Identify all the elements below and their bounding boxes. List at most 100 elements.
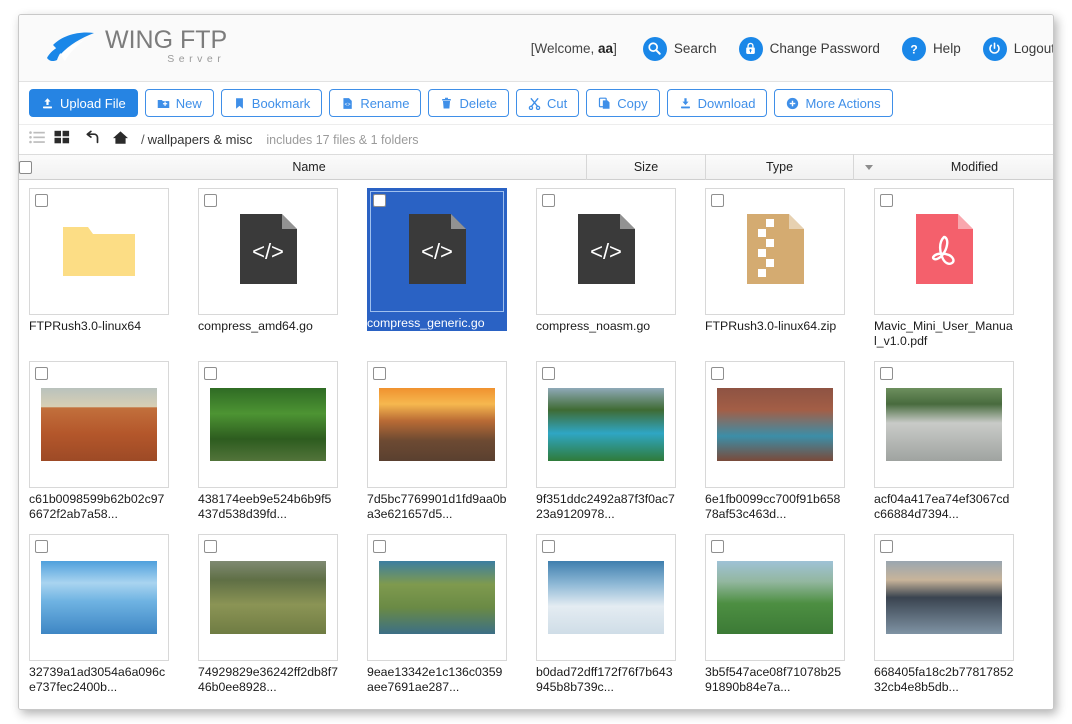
new-button[interactable]: New xyxy=(144,89,214,117)
file-tile[interactable] xyxy=(198,361,338,488)
file-item[interactable]: acf04a417ea74ef3067cdc66884d7394... xyxy=(874,361,1043,522)
file-checkbox[interactable] xyxy=(373,194,386,207)
sort-direction-indicator[interactable] xyxy=(854,154,884,180)
file-item[interactable]: FTPRush3.0-linux64.zip xyxy=(705,188,874,349)
file-checkbox[interactable] xyxy=(711,194,724,207)
file-item[interactable]: 74929829e36242ff2db8f746b0ee8928... xyxy=(198,534,367,695)
file-tile[interactable] xyxy=(705,188,845,315)
file-name-label[interactable]: 9eae13342e1c136c0359aee7691ae287... xyxy=(367,665,507,695)
file-item[interactable]: b0dad72dff172f76f7b643945b8b739c... xyxy=(536,534,705,695)
file-tile[interactable]: </> xyxy=(367,188,507,315)
file-name-label[interactable]: 74929829e36242ff2db8f746b0ee8928... xyxy=(198,665,338,695)
breadcrumb-current-folder[interactable]: wallpapers & misc xyxy=(148,132,253,147)
svg-text:</>: </> xyxy=(590,239,622,264)
go-up-icon[interactable] xyxy=(84,129,102,150)
file-item[interactable]: c61b0098599b62b02c976672f2ab7a58... xyxy=(29,361,198,522)
file-tile[interactable]: </> xyxy=(198,188,338,315)
file-item[interactable]: 6e1fb0099cc700f91b65878af53c463d... xyxy=(705,361,874,522)
file-name-label[interactable]: FTPRush3.0-linux64.zip xyxy=(705,319,845,334)
file-checkbox[interactable] xyxy=(880,194,893,207)
change-password-link[interactable]: Change Password xyxy=(738,36,880,61)
file-name-label[interactable]: 9f351ddc2492a87f3f0ac723a9120978... xyxy=(536,492,676,522)
file-item[interactable]: 7d5bc7769901d1fd9aa0ba3e621657d5... xyxy=(367,361,536,522)
file-name-label[interactable]: compress_noasm.go xyxy=(536,319,676,334)
upload-file-button[interactable]: Upload File xyxy=(29,89,138,117)
file-name-label[interactable]: 7d5bc7769901d1fd9aa0ba3e621657d5... xyxy=(367,492,507,522)
list-view-icon[interactable] xyxy=(29,130,45,149)
brand-logo[interactable]: WING FTP Server xyxy=(41,27,227,69)
select-all-checkbox[interactable] xyxy=(19,160,32,174)
column-header-modified[interactable]: Modified xyxy=(884,154,1053,180)
file-name-label[interactable]: Mavic_Mini_User_Manual_v1.0.pdf xyxy=(874,319,1014,349)
column-header-type[interactable]: Type xyxy=(706,154,854,180)
file-tile[interactable] xyxy=(705,534,845,661)
file-item[interactable]: </> compress_noasm.go xyxy=(536,188,705,349)
column-header-size[interactable]: Size xyxy=(587,154,706,180)
file-checkbox[interactable] xyxy=(373,540,386,553)
more-actions-button[interactable]: More Actions xyxy=(774,89,893,117)
file-grid-scroll-area[interactable]: FTPRush3.0-linux64 </> compress_amd64.go </… xyxy=(19,180,1053,709)
search-link[interactable]: Search xyxy=(642,36,717,61)
file-name-label[interactable]: acf04a417ea74ef3067cdc66884d7394... xyxy=(874,492,1014,522)
file-item[interactable]: </> compress_generic.go xyxy=(367,188,536,349)
file-tile[interactable] xyxy=(29,188,169,315)
file-tile[interactable] xyxy=(536,361,676,488)
file-tile[interactable] xyxy=(705,361,845,488)
file-item[interactable]: 32739a1ad3054a6a096ce737fec2400b... xyxy=(29,534,198,695)
download-button[interactable]: Download xyxy=(666,89,768,117)
help-link[interactable]: ? Help xyxy=(901,36,961,61)
file-name-label[interactable]: 438174eeb9e524b6b9f5437d538d39fd... xyxy=(198,492,338,522)
file-name-label[interactable]: 668405fa18c2b7781785232cb4e8b5db... xyxy=(874,665,1014,695)
cut-button[interactable]: Cut xyxy=(516,89,580,117)
file-name-label[interactable]: 32739a1ad3054a6a096ce737fec2400b... xyxy=(29,665,169,695)
file-checkbox[interactable] xyxy=(373,367,386,380)
copy-button[interactable]: Copy xyxy=(586,89,660,117)
delete-button[interactable]: Delete xyxy=(428,89,510,117)
file-item[interactable]: 9f351ddc2492a87f3f0ac723a9120978... xyxy=(536,361,705,522)
file-tile[interactable] xyxy=(536,534,676,661)
file-tile[interactable]: </> xyxy=(536,188,676,315)
file-item[interactable]: 3b5f547ace08f71078b2591890b84e7a... xyxy=(705,534,874,695)
file-name-label[interactable]: compress_generic.go xyxy=(367,315,507,331)
file-tile[interactable] xyxy=(29,534,169,661)
file-name-label[interactable]: compress_amd64.go xyxy=(198,319,338,334)
file-checkbox[interactable] xyxy=(711,540,724,553)
file-checkbox[interactable] xyxy=(711,367,724,380)
grid-view-icon[interactable] xyxy=(54,130,70,149)
file-item[interactable]: FTPRush3.0-linux64 xyxy=(29,188,198,349)
file-item[interactable]: Mavic_Mini_User_Manual_v1.0.pdf xyxy=(874,188,1043,349)
file-tile[interactable] xyxy=(874,534,1014,661)
file-name-label[interactable]: 6e1fb0099cc700f91b65878af53c463d... xyxy=(705,492,845,522)
file-name-label[interactable]: 3b5f547ace08f71078b2591890b84e7a... xyxy=(705,665,845,695)
logout-link[interactable]: Logout xyxy=(982,36,1053,61)
file-checkbox[interactable] xyxy=(204,194,217,207)
file-tile[interactable] xyxy=(874,188,1014,315)
column-header-name[interactable]: Name xyxy=(32,154,587,180)
select-all-header[interactable] xyxy=(19,154,32,180)
file-checkbox[interactable] xyxy=(542,367,555,380)
file-checkbox[interactable] xyxy=(542,194,555,207)
file-checkbox[interactable] xyxy=(880,540,893,553)
file-item[interactable]: </> compress_amd64.go xyxy=(198,188,367,349)
file-checkbox[interactable] xyxy=(542,540,555,553)
file-item[interactable]: 668405fa18c2b7781785232cb4e8b5db... xyxy=(874,534,1043,695)
file-tile[interactable] xyxy=(367,361,507,488)
rename-button[interactable]: <> Rename xyxy=(329,89,422,117)
file-checkbox[interactable] xyxy=(35,367,48,380)
home-icon[interactable] xyxy=(112,130,129,150)
file-tile[interactable] xyxy=(198,534,338,661)
file-name-label[interactable]: b0dad72dff172f76f7b643945b8b739c... xyxy=(536,665,676,695)
file-checkbox[interactable] xyxy=(880,367,893,380)
file-name-label[interactable]: FTPRush3.0-linux64 xyxy=(29,319,169,334)
file-item[interactable]: 438174eeb9e524b6b9f5437d538d39fd... xyxy=(198,361,367,522)
file-tile[interactable] xyxy=(367,534,507,661)
file-tile[interactable] xyxy=(29,361,169,488)
file-tile[interactable] xyxy=(874,361,1014,488)
file-checkbox[interactable] xyxy=(35,194,48,207)
file-checkbox[interactable] xyxy=(204,367,217,380)
file-checkbox[interactable] xyxy=(35,540,48,553)
file-item[interactable]: 9eae13342e1c136c0359aee7691ae287... xyxy=(367,534,536,695)
bookmark-button[interactable]: Bookmark xyxy=(220,89,323,117)
file-checkbox[interactable] xyxy=(204,540,217,553)
file-name-label[interactable]: c61b0098599b62b02c976672f2ab7a58... xyxy=(29,492,169,522)
